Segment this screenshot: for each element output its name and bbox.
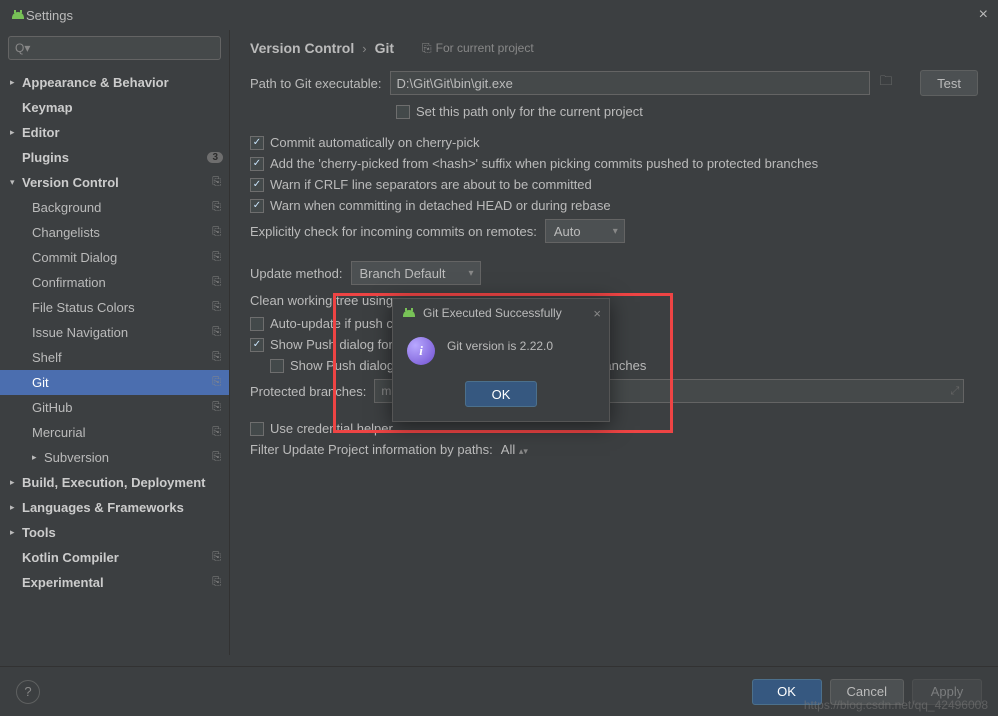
dialog-close-icon[interactable]: ×	[593, 306, 601, 321]
sidebar-item-version-control[interactable]: ▾Version Control⎘	[0, 170, 229, 195]
show-push-label: Show Push dialog for	[270, 337, 393, 352]
explicit-combo[interactable]: Auto	[545, 219, 625, 243]
cherry-pick-auto-checkbox[interactable]	[250, 136, 264, 150]
search-field[interactable]	[34, 41, 214, 55]
sidebar-item-commit-dialog[interactable]: Commit Dialog⎘	[0, 245, 229, 270]
info-icon: i	[407, 337, 435, 365]
update-method-combo[interactable]: Branch Default	[351, 261, 481, 285]
search-input[interactable]: Q▾	[8, 36, 221, 60]
sidebar-item-plugins[interactable]: Plugins3	[0, 145, 229, 170]
detached-warn-checkbox[interactable]	[250, 199, 264, 213]
sidebar-item-confirmation[interactable]: Confirmation⎘	[0, 270, 229, 295]
git-version-dialog: Git Executed Successfully × i Git versio…	[392, 298, 610, 422]
dialog-message: Git version is 2.22.0	[447, 337, 553, 353]
sidebar-item-github[interactable]: GitHub⎘	[0, 395, 229, 420]
sidebar: Q▾ ▸Appearance & BehaviorKeymap▸EditorPl…	[0, 30, 230, 655]
sidebar-item-git[interactable]: Git⎘	[0, 370, 229, 395]
sidebar-item-file-status-colors[interactable]: File Status Colors⎘	[0, 295, 229, 320]
close-icon[interactable]: ×	[979, 6, 988, 24]
project-hint: ⎘For current project	[422, 41, 534, 56]
credential-helper-label: Use credential helper	[270, 421, 393, 436]
cherry-pick-auto-label: Commit automatically on cherry-pick	[270, 135, 480, 150]
show-push-sub-label: Show Push dialog	[290, 358, 394, 373]
android-logo-icon	[10, 7, 26, 23]
show-push-sub-checkbox[interactable]	[270, 359, 284, 373]
sidebar-item-keymap[interactable]: Keymap	[0, 95, 229, 120]
sidebar-item-background[interactable]: Background⎘	[0, 195, 229, 220]
watermark: https://blog.csdn.net/qq_42496008	[804, 698, 988, 712]
filter-label: Filter Update Project information by pat…	[250, 442, 493, 457]
auto-update-checkbox[interactable]	[250, 317, 264, 331]
dialog-ok-button[interactable]: OK	[465, 381, 537, 407]
sidebar-item-issue-navigation[interactable]: Issue Navigation⎘	[0, 320, 229, 345]
settings-tree: ▸Appearance & BehaviorKeymap▸EditorPlugi…	[0, 66, 229, 655]
credential-helper-checkbox[interactable]	[250, 422, 264, 436]
sidebar-item-shelf[interactable]: Shelf⎘	[0, 345, 229, 370]
git-path-input[interactable]	[390, 71, 870, 95]
search-icon: Q▾	[15, 41, 30, 55]
content-panel: Version Control › Git ⎘For current proje…	[230, 30, 998, 655]
crumb-current: Git	[375, 40, 394, 56]
crlf-warn-label: Warn if CRLF line separators are about t…	[270, 177, 592, 192]
window-title: Settings	[26, 8, 979, 23]
sidebar-item-experimental[interactable]: Experimental⎘	[0, 570, 229, 595]
expand-icon[interactable]: ⤢	[951, 385, 960, 398]
cherry-suffix-label: Add the 'cherry-picked from <hash>' suff…	[270, 156, 818, 171]
crumb-parent[interactable]: Version Control	[250, 40, 354, 56]
chevron-right-icon: ›	[362, 41, 366, 56]
update-method-label: Update method:	[250, 266, 343, 281]
protected-label: Protected branches:	[250, 384, 366, 399]
sidebar-item-build-execution-deployment[interactable]: ▸Build, Execution, Deployment	[0, 470, 229, 495]
help-button[interactable]: ?	[16, 680, 40, 704]
set-path-project-checkbox[interactable]	[396, 105, 410, 119]
detached-warn-label: Warn when committing in detached HEAD or…	[270, 198, 611, 213]
explicit-label: Explicitly check for incoming commits on…	[250, 224, 537, 239]
sidebar-item-mercurial[interactable]: Mercurial⎘	[0, 420, 229, 445]
cherry-suffix-checkbox[interactable]	[250, 157, 264, 171]
sidebar-item-changelists[interactable]: Changelists⎘	[0, 220, 229, 245]
set-path-project-label: Set this path only for the current proje…	[416, 104, 643, 119]
sidebar-item-subversion[interactable]: ▸Subversion⎘	[0, 445, 229, 470]
sidebar-item-kotlin-compiler[interactable]: Kotlin Compiler⎘	[0, 545, 229, 570]
show-push-checkbox[interactable]	[250, 338, 264, 352]
android-logo-icon	[401, 305, 417, 321]
titlebar: Settings ×	[0, 0, 998, 30]
copy-icon: ⎘	[422, 41, 432, 56]
folder-icon[interactable]: 🗀	[876, 72, 897, 94]
sidebar-item-tools[interactable]: ▸Tools	[0, 520, 229, 545]
dialog-title: Git Executed Successfully	[423, 306, 587, 320]
path-label: Path to Git executable:	[250, 76, 382, 91]
sidebar-item-appearance-behavior[interactable]: ▸Appearance & Behavior	[0, 70, 229, 95]
auto-update-label: Auto-update if push c	[270, 316, 393, 331]
crlf-warn-checkbox[interactable]	[250, 178, 264, 192]
breadcrumb: Version Control › Git ⎘For current proje…	[250, 40, 978, 56]
filter-value[interactable]: All ▴▾	[501, 442, 528, 457]
sidebar-item-editor[interactable]: ▸Editor	[0, 120, 229, 145]
test-button[interactable]: Test	[920, 70, 978, 96]
sidebar-item-languages-frameworks[interactable]: ▸Languages & Frameworks	[0, 495, 229, 520]
clean-label: Clean working tree using	[250, 293, 393, 308]
